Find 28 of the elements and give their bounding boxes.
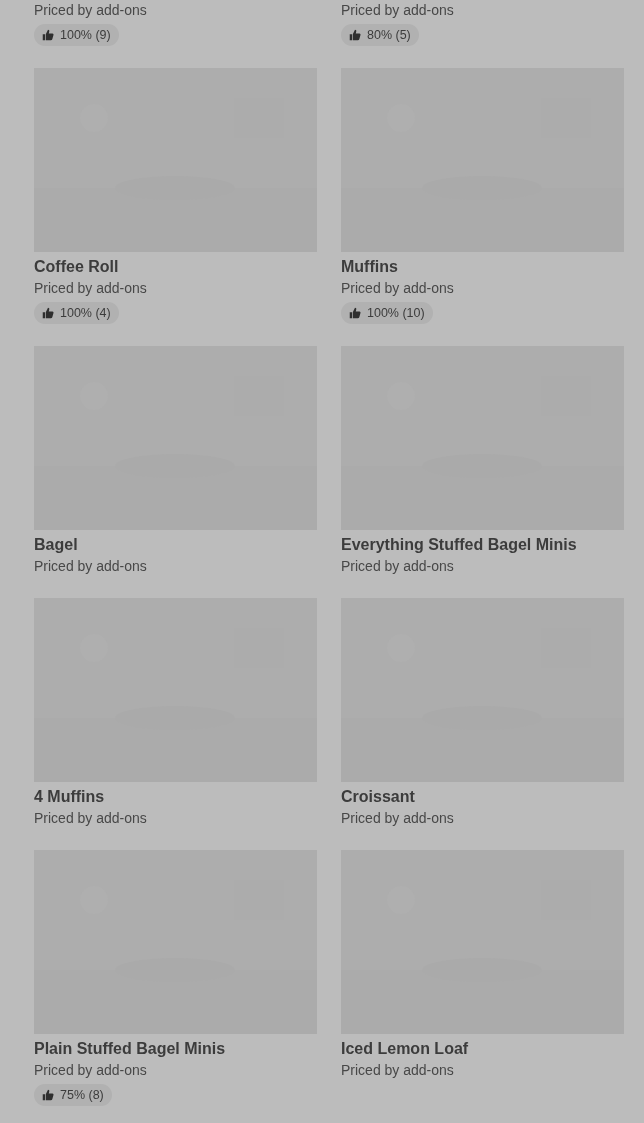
item-subtitle: Priced by add-ons	[34, 557, 147, 576]
rating-badge: 80% (5)	[341, 24, 419, 46]
item-subtitle: Priced by add-ons	[341, 279, 454, 298]
item-subtitle: Priced by add-ons	[341, 1061, 454, 1080]
item-title: Iced Lemon Loaf	[341, 1039, 469, 1059]
item-subtitle: Priced by add-ons	[341, 809, 454, 828]
item-title: Bagel	[34, 535, 78, 555]
item-title: Croissant	[341, 787, 415, 807]
thumbs-up-icon	[42, 1089, 54, 1101]
thumbs-up-icon	[349, 29, 361, 41]
item-subtitle: Priced by add-ons	[34, 279, 147, 298]
item-title: Plain Stuffed Bagel Minis	[34, 1039, 226, 1059]
item-subtitle: Priced by add-ons	[341, 1, 454, 20]
item-title: Muffins	[341, 257, 398, 277]
rating-badge: 100% (4)	[34, 302, 119, 324]
thumbs-up-icon	[349, 307, 361, 319]
item-title: Coffee Roll	[34, 257, 119, 277]
item-title: Everything Stuffed Bagel Minis	[341, 535, 577, 555]
item-subtitle: Priced by add-ons	[341, 557, 454, 576]
rating-badge: 100% (9)	[34, 24, 119, 46]
item-subtitle: Priced by add-ons	[34, 809, 147, 828]
thumbs-up-icon	[42, 307, 54, 319]
rating-badge: 100% (10)	[341, 302, 433, 324]
item-subtitle: Priced by add-ons	[34, 1, 147, 20]
thumbs-up-icon	[42, 29, 54, 41]
item-title: 4 Muffins	[34, 787, 105, 807]
rating-badge: 75% (8)	[34, 1084, 112, 1106]
item-subtitle: Priced by add-ons	[34, 1061, 147, 1080]
